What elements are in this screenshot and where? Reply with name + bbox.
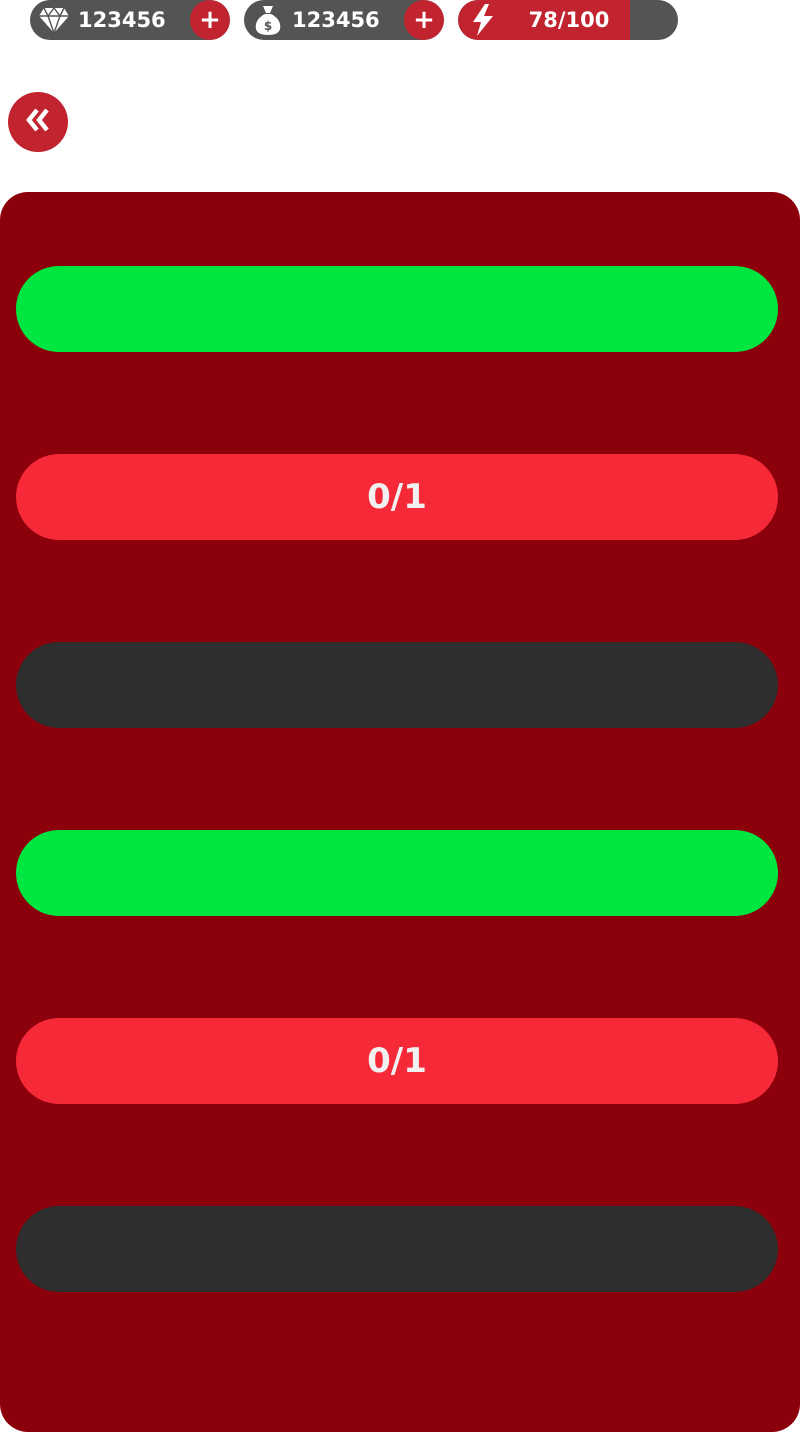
diamond-icon <box>38 4 70 36</box>
task-row-5[interactable]: 0/1 <box>16 1018 778 1104</box>
add-gems-button[interactable]: + <box>190 0 230 40</box>
back-button[interactable] <box>8 92 68 152</box>
energy-value: 78/100 <box>528 8 610 32</box>
task-row-label: 0/1 <box>367 477 427 517</box>
svg-text:$: $ <box>264 19 272 33</box>
task-panel: 0/1 0/1 <box>0 192 800 1432</box>
money-value: 123456 <box>292 8 380 32</box>
task-row-3[interactable] <box>16 642 778 728</box>
double-chevron-left-icon <box>24 106 52 138</box>
task-row-1[interactable] <box>16 266 778 352</box>
task-row-4[interactable] <box>16 830 778 916</box>
gems-value: 123456 <box>78 8 166 32</box>
energy-meter: 78/100 <box>458 0 678 40</box>
task-row-label: 0/1 <box>367 1041 427 1081</box>
money-counter: $ 123456 + <box>244 0 444 40</box>
add-money-button[interactable]: + <box>404 0 444 40</box>
task-row-2[interactable]: 0/1 <box>16 454 778 540</box>
gems-counter: 123456 + <box>30 0 230 40</box>
money-bag-icon: $ <box>252 4 284 36</box>
game-screen: 123456 + $ 123456 + 78/100 0/1 0/1 <box>0 0 800 1432</box>
task-row-6[interactable] <box>16 1206 778 1292</box>
